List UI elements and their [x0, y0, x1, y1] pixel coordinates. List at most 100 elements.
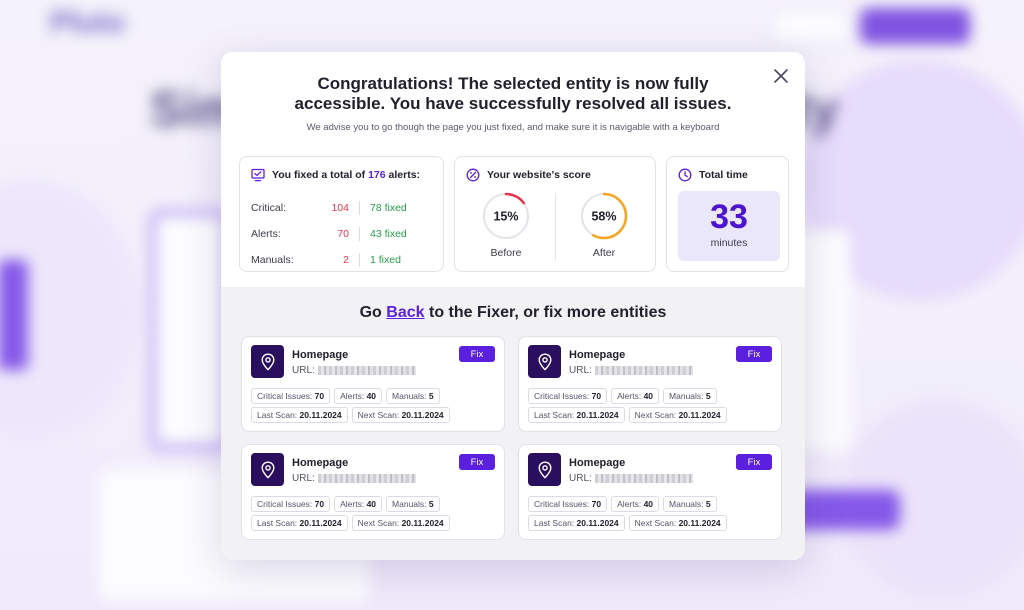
score-after-label: After — [592, 247, 616, 259]
entity-url: URL: — [569, 473, 693, 484]
critical-issues-tag: Critical Issues: 70 — [251, 388, 331, 404]
alerts-row-count: 104 — [331, 202, 349, 214]
fix-button[interactable]: Fix — [459, 454, 495, 470]
modal-title-line-1: Congratulations! The selected entity is … — [317, 74, 709, 93]
location-pin-icon — [537, 460, 552, 479]
score-before: 15% Before — [461, 191, 551, 259]
last-scan-tag: Last Scan: 20.11.2024 — [251, 515, 348, 531]
entities-section: Go Back to the Fixer, or fix more entiti… — [221, 287, 805, 560]
alerts-tag: Alerts: 40 — [334, 496, 383, 512]
alerts-total: 176 — [368, 169, 386, 181]
manuals-tag: Manuals: 5 — [663, 496, 717, 512]
location-pin-icon — [537, 352, 552, 371]
section-title-suffix: to the Fixer, or fix more entities — [428, 304, 667, 321]
alerts-row-label: Manuals: — [251, 254, 294, 266]
entity-avatar — [528, 345, 561, 378]
entity-stats: Critical Issues: 70 Alerts: 40 Manuals: … — [528, 388, 717, 404]
alerts-row-critical: Critical: 104 78 fixed — [251, 195, 433, 221]
entity-card: Homepage URL: Fix Critical Issues: 70 Al… — [518, 444, 782, 540]
entity-url: URL: — [292, 473, 416, 484]
critical-issues-tag: Critical Issues: 70 — [528, 388, 608, 404]
speed-icon — [466, 168, 480, 182]
manuals-tag: Manuals: 5 — [386, 496, 440, 512]
entity-avatar — [251, 453, 284, 486]
fix-button[interactable]: Fix — [736, 346, 772, 362]
score-after: 58% After — [559, 191, 649, 259]
alerts-row-label: Critical: — [251, 202, 287, 214]
alerts-row-count: 2 — [343, 254, 349, 266]
entity-name: Homepage — [292, 457, 349, 469]
time-value: 33 — [710, 198, 748, 236]
entity-url-redacted — [594, 474, 693, 483]
modal-subtitle: We advise you to go though the page you … — [306, 122, 720, 133]
score-after-gauge: 58% — [580, 192, 628, 240]
entity-url-redacted — [317, 366, 416, 375]
alerts-row-divider — [359, 227, 360, 241]
entity-card: Homepage URL: Fix Critical Issues: 70 Al… — [241, 444, 505, 540]
section-title-prefix: Go — [359, 304, 382, 321]
alerts-row-divider — [359, 253, 360, 267]
modal-title-line-2: accessible. You have successfully resolv… — [294, 94, 732, 113]
entity-url: URL: — [292, 365, 416, 376]
alerts-row-fixed: 1 fixed — [370, 254, 401, 266]
total-time-card: Total time 33 minutes — [666, 156, 789, 272]
entity-stats: Critical Issues: 70 Alerts: 40 Manuals: … — [251, 496, 440, 512]
alerts-row-fixed: 78 fixed — [370, 202, 407, 214]
fix-button[interactable]: Fix — [736, 454, 772, 470]
entity-url-label: URL: — [569, 365, 592, 376]
next-scan-tag: Next Scan: 20.11.2024 — [628, 515, 727, 531]
website-score-card: Your website's score 15% Before 58% Afte… — [454, 156, 656, 272]
score-before-label: Before — [490, 247, 522, 259]
entity-card: Homepage URL: Fix Critical Issues: 70 Al… — [241, 336, 505, 432]
entity-url-redacted — [317, 474, 416, 483]
alerts-tag: Alerts: 40 — [334, 388, 383, 404]
modal-summary-section: Congratulations! The selected entity is … — [221, 52, 805, 287]
next-scan-tag: Next Scan: 20.11.2024 — [628, 407, 727, 423]
entity-stats: Critical Issues: 70 Alerts: 40 Manuals: … — [251, 388, 440, 404]
modal-title: Congratulations! The selected entity is … — [221, 74, 805, 114]
score-before-value: 15% — [493, 210, 518, 224]
score-after-value: 58% — [591, 210, 616, 224]
fix-button[interactable]: Fix — [459, 346, 495, 362]
last-scan-tag: Last Scan: 20.11.2024 — [251, 407, 348, 423]
score-card-title: Your website's score — [487, 169, 591, 181]
monitor-icon — [251, 168, 265, 182]
entity-url-label: URL: — [292, 365, 315, 376]
back-to-fixer-link[interactable]: Back — [386, 304, 424, 321]
entity-avatar — [251, 345, 284, 378]
entity-scans: Last Scan: 20.11.2024 Next Scan: 20.11.2… — [528, 407, 727, 423]
critical-issues-tag: Critical Issues: 70 — [251, 496, 331, 512]
time-unit: minutes — [710, 237, 748, 249]
alerts-row-fixed: 43 fixed — [370, 228, 407, 240]
location-pin-icon — [260, 460, 275, 479]
entity-name: Homepage — [292, 349, 349, 361]
alerts-card-title-prefix: You fixed a total of — [272, 169, 366, 181]
last-scan-tag: Last Scan: 20.11.2024 — [528, 407, 625, 423]
time-card-header: Total time — [678, 168, 748, 182]
next-scan-tag: Next Scan: 20.11.2024 — [351, 515, 450, 531]
entity-name: Homepage — [569, 457, 626, 469]
entity-scans: Last Scan: 20.11.2024 Next Scan: 20.11.2… — [528, 515, 727, 531]
alerts-row-divider — [359, 201, 360, 215]
location-pin-icon — [260, 352, 275, 371]
entity-card: Homepage URL: Fix Critical Issues: 70 Al… — [518, 336, 782, 432]
time-display: 33 minutes — [678, 191, 780, 261]
entities-section-title: Go Back to the Fixer, or fix more entiti… — [221, 304, 805, 322]
entity-scans: Last Scan: 20.11.2024 Next Scan: 20.11.2… — [251, 407, 450, 423]
clock-icon — [678, 168, 692, 182]
alerts-card-title-suffix: alerts: — [388, 169, 421, 181]
alerts-row-alerts: Alerts: 70 43 fixed — [251, 221, 433, 247]
alerts-table: Critical: 104 78 fixed Alerts: 70 43 fix… — [251, 195, 433, 273]
critical-issues-tag: Critical Issues: 70 — [528, 496, 608, 512]
score-before-gauge: 15% — [482, 192, 530, 240]
alerts-row-label: Alerts: — [251, 228, 281, 240]
alerts-card-header: You fixed a total of 176 alerts: — [251, 168, 420, 182]
entity-avatar — [528, 453, 561, 486]
entity-url-label: URL: — [292, 473, 315, 484]
alerts-row-count: 70 — [337, 228, 349, 240]
manuals-tag: Manuals: 5 — [386, 388, 440, 404]
alerts-row-manuals: Manuals: 2 1 fixed — [251, 247, 433, 273]
entity-name: Homepage — [569, 349, 626, 361]
alerts-tag: Alerts: 40 — [611, 388, 660, 404]
manuals-tag: Manuals: 5 — [663, 388, 717, 404]
